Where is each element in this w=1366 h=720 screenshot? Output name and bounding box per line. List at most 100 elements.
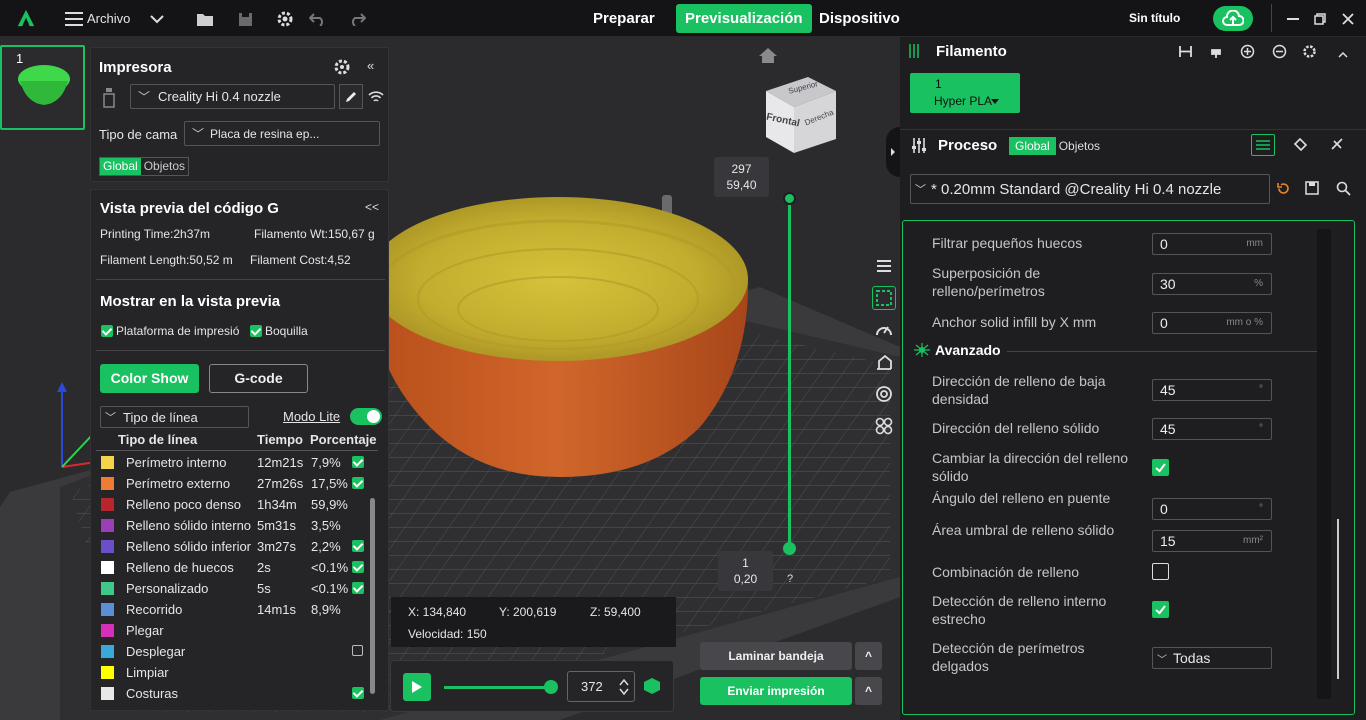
cloud-upload-button[interactable] <box>1213 6 1253 31</box>
scope-objects-tab[interactable]: Objetos <box>141 158 188 175</box>
color-show-button[interactable]: Color Show <box>100 364 199 393</box>
tab-prepare[interactable]: Preparar <box>584 4 664 33</box>
playback-slider[interactable] <box>444 686 552 689</box>
filament-settings-icon[interactable] <box>1302 44 1317 62</box>
filament-sync-icon[interactable] <box>1178 44 1193 62</box>
process-compare-icon[interactable] <box>1293 137 1308 155</box>
maximize-icon[interactable] <box>1310 9 1330 29</box>
redo-icon[interactable] <box>347 9 367 29</box>
edit-printer-button[interactable] <box>339 84 363 109</box>
playback-slider-handle[interactable] <box>544 680 558 694</box>
undo-icon[interactable] <box>307 9 327 29</box>
revert-preset-icon[interactable] <box>1276 181 1291 199</box>
collapse-filament-icon[interactable] <box>1338 46 1348 61</box>
slice-options-button[interactable]: ^ <box>855 642 882 670</box>
nozzle-visibility-checkbox[interactable]: Boquilla <box>250 324 308 338</box>
filament-slot-1[interactable]: 1 Hyper PLA <box>910 73 1020 113</box>
home-view-icon[interactable] <box>758 47 778 67</box>
legend-visibility-checkbox-checked[interactable] <box>352 456 364 468</box>
chevron-down-icon[interactable] <box>147 9 167 29</box>
file-menu[interactable]: Archivo <box>87 11 130 26</box>
legend-visibility-checkbox-checked[interactable] <box>352 477 364 489</box>
bed-type-select[interactable]: ﹀ Placa de resina ep... <box>184 121 380 146</box>
setting-input-solid-infill-threshold[interactable]: 15 mm² <box>1152 530 1272 552</box>
print-options-button[interactable]: ^ <box>855 677 882 705</box>
legend-row[interactable]: Plegar <box>101 620 376 641</box>
legend-visibility-checkbox-checked[interactable] <box>352 540 364 552</box>
process-advanced-icon[interactable] <box>1330 137 1345 155</box>
filament-spray-icon[interactable] <box>1209 44 1224 62</box>
layer-slider-bottom-handle[interactable] <box>783 542 796 555</box>
add-filament-icon[interactable] <box>1240 44 1255 62</box>
legend-visibility-checkbox-checked[interactable] <box>352 687 364 699</box>
open-folder-icon[interactable] <box>195 9 215 29</box>
legend-visibility-checkbox-checked[interactable] <box>352 582 364 594</box>
save-preset-icon[interactable] <box>1305 181 1319 198</box>
layer-view-icon[interactable] <box>643 677 661 698</box>
plate-visibility-checkbox[interactable]: Plataforma de impresió <box>101 324 239 338</box>
legend-row[interactable]: Desplegar <box>101 641 376 662</box>
line-type-select[interactable]: ﹀ Tipo de línea <box>100 406 249 428</box>
setting-input-infill-overlap[interactable]: 30% <box>1152 273 1272 295</box>
process-scope-toggle[interactable]: Global Objetos <box>1009 137 1103 155</box>
settings-gear-icon[interactable] <box>275 9 295 29</box>
legend-visibility-checkbox-checked[interactable] <box>352 561 364 573</box>
3d-viewport[interactable]: Superior Frontal Derecha 297 59,40 1 0,2… <box>0 37 900 720</box>
target-icon[interactable] <box>872 382 896 406</box>
printer-select[interactable]: ﹀ Creality Hi 0.4 nozzle <box>130 84 335 109</box>
collapse-printer-icon[interactable]: « <box>367 58 374 73</box>
tab-device[interactable]: Dispositivo <box>810 4 909 33</box>
arrange-icon[interactable] <box>872 414 896 438</box>
setting-input-filter-gaps[interactable]: 0 mm <box>1152 233 1272 255</box>
legend-row[interactable]: Recorrido 14m1s 8,9% <box>101 599 376 620</box>
help-icon[interactable]: ? <box>782 573 798 589</box>
legend-row[interactable]: Personalizado 5s <0.1% <box>101 578 376 599</box>
lite-mode-toggle[interactable] <box>350 408 382 425</box>
legend-row[interactable]: Relleno poco denso 1h34m 59,9% <box>101 494 376 515</box>
sidebar-collapse-handle[interactable] <box>886 127 900 177</box>
setting-input-bridge-angle[interactable]: 0 ° <box>1152 498 1272 520</box>
setting-input-anchor-solid-infill[interactable]: 0 mm o % <box>1152 312 1272 334</box>
layer-slider-track[interactable] <box>788 199 791 549</box>
printer-settings-icon[interactable] <box>333 58 351 79</box>
process-preset-select[interactable]: ﹀ * 0.20mm Standard @Creality Hi 0.4 noz… <box>910 174 1270 204</box>
legend-visibility-checkbox[interactable] <box>352 645 363 656</box>
legend-scrollbar[interactable] <box>370 498 375 694</box>
setting-select-thin-walls[interactable]: ﹀ Todas <box>1152 647 1272 669</box>
minimize-icon[interactable] <box>1283 9 1303 29</box>
setting-checkbox-rotate-solid-infill[interactable] <box>1152 459 1169 476</box>
process-list-view-icon[interactable] <box>1251 134 1275 156</box>
layers-icon[interactable] <box>872 254 896 278</box>
search-icon[interactable] <box>1336 181 1351 199</box>
gcode-button[interactable]: G-code <box>209 364 308 393</box>
printer-scope-toggle[interactable]: Global Objetos <box>99 157 190 176</box>
slice-plate-button[interactable]: Laminar bandeja <box>700 642 852 670</box>
play-button[interactable] <box>403 673 431 701</box>
save-icon[interactable] <box>235 9 255 29</box>
legend-row[interactable]: Perímetro externo 27m26s 17,5% <box>101 473 376 494</box>
setting-checkbox-narrow-internal-infill[interactable] <box>1152 601 1169 618</box>
settings-scrollbar-track[interactable] <box>1317 229 1331 699</box>
process-objects-tab[interactable]: Objetos <box>1056 137 1103 155</box>
send-print-button[interactable]: Enviar impresión <box>700 677 852 705</box>
collapse-gcode-icon[interactable]: << <box>365 200 379 214</box>
wifi-icon[interactable] <box>368 90 384 107</box>
setting-input-solid-infill-direction[interactable]: 45 ° <box>1152 418 1272 440</box>
tab-preview[interactable]: Previsualización <box>676 4 812 33</box>
legend-row[interactable]: Relleno sólido inferior 3m27s 2,2% <box>101 536 376 557</box>
hamburger-menu-icon[interactable] <box>64 9 84 29</box>
legend-row[interactable]: Costuras <box>101 683 376 704</box>
layer-slider-top-handle[interactable] <box>783 192 796 205</box>
plate-thumbnail[interactable]: 1 <box>0 45 85 130</box>
preview-mode-icon[interactable] <box>872 286 896 310</box>
setting-input-sparse-infill-direction[interactable]: 45 ° <box>1152 379 1272 401</box>
settings-scrollbar-thumb[interactable] <box>1337 519 1339 679</box>
close-icon[interactable] <box>1338 9 1358 29</box>
remove-filament-icon[interactable] <box>1272 44 1287 62</box>
scope-global-tab[interactable]: Global <box>100 158 141 175</box>
setting-checkbox-infill-combination[interactable] <box>1152 563 1169 580</box>
process-global-tab[interactable]: Global <box>1009 137 1056 155</box>
support-icon[interactable] <box>872 350 896 374</box>
speed-gauge-icon[interactable] <box>872 318 896 342</box>
legend-row[interactable]: Relleno sólido interno 5m31s 3,5% <box>101 515 376 536</box>
